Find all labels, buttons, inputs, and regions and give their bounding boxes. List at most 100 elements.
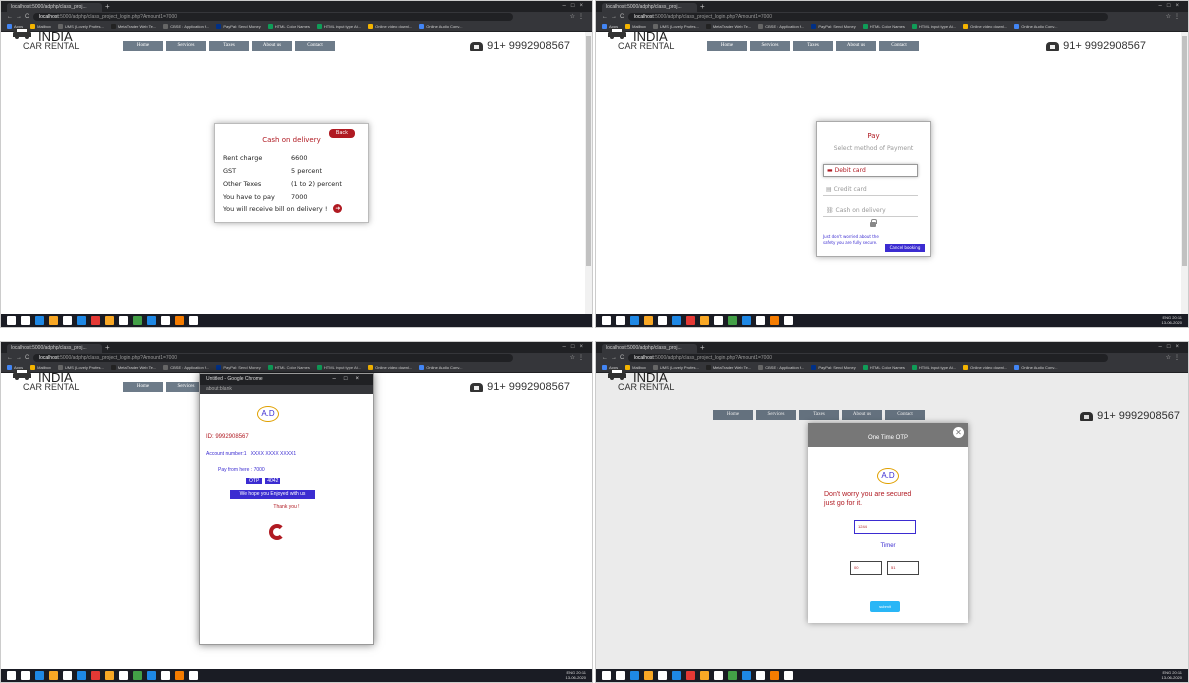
bookmark-item[interactable]: Online video downl... [368, 22, 412, 31]
star-icon[interactable]: ☆⋮ [570, 12, 587, 22]
bookmark-item[interactable]: PayPal: Send Money [216, 363, 261, 372]
popup-address-bar[interactable]: about:blank [200, 385, 373, 394]
taskbar-app-icon[interactable] [602, 316, 611, 325]
site-logo[interactable]: INDIA CAR RENTAL [11, 367, 91, 392]
bookmark-item[interactable]: MetaTrader Web Te... [705, 22, 751, 31]
taskbar-icons[interactable] [602, 316, 793, 325]
nav-about[interactable]: About us [836, 41, 876, 51]
bookmark-item[interactable]: Online Audio Conv... [1014, 363, 1057, 372]
system-tray[interactable]: ENG 20:11 13-06-2020 [1162, 670, 1182, 680]
taskbar-app-icon[interactable] [7, 316, 16, 325]
submit-button[interactable]: submit [870, 601, 900, 612]
scrollbar-thumb[interactable] [586, 36, 591, 266]
taskbar-app-icon[interactable] [714, 671, 723, 680]
address-bar[interactable]: localhost:5000/adphp/class_project_login… [33, 354, 513, 362]
bookmark-item[interactable]: Online Audio Conv... [419, 363, 462, 372]
taskbar-app-icon[interactable] [133, 316, 142, 325]
taskbar-app-icon[interactable] [756, 671, 765, 680]
browser-nav-icons[interactable]: ←→C [602, 353, 627, 363]
taskbar-icons[interactable] [7, 316, 198, 325]
star-icon[interactable]: ☆⋮ [1166, 353, 1183, 363]
bookmark-item[interactable]: HTML Color Names [862, 363, 905, 372]
browser-tab[interactable]: localhost:5000/adphp/class_proj... [602, 344, 697, 353]
taskbar-app-icon[interactable] [672, 671, 681, 680]
system-tray[interactable]: ENG 20:11 13-06-2020 [1162, 315, 1182, 325]
bookmark-item[interactable]: CBSE : Application f... [758, 363, 804, 372]
taskbar-app-icon[interactable] [700, 671, 709, 680]
nav-services[interactable]: Services [750, 41, 790, 51]
bookmark-item[interactable]: HTML input type At... [316, 363, 361, 372]
taskbar-app-icon[interactable] [630, 671, 639, 680]
taskbar-app-icon[interactable] [742, 316, 751, 325]
bookmark-item[interactable]: PayPal: Send Money [811, 22, 856, 31]
browser-tab[interactable]: localhost:5000/adphp/class_proj... [602, 3, 697, 12]
nav-about[interactable]: About us [252, 41, 292, 51]
taskbar-app-icon[interactable] [770, 671, 779, 680]
bookmark-item[interactable]: HTML input type At... [911, 363, 956, 372]
browser-tab[interactable]: localhost:5000/adphp/class_proj... [7, 344, 102, 353]
bookmark-item[interactable]: HTML input type At... [316, 22, 361, 31]
new-tab-button[interactable]: + [105, 1, 110, 12]
window-controls[interactable]: –□× [1159, 342, 1184, 353]
credit-card-option[interactable]: ▤ Credit card [823, 184, 918, 196]
taskbar-app-icon[interactable] [784, 316, 793, 325]
taskbar-app-icon[interactable] [175, 671, 184, 680]
bookmark-item[interactable]: Online video downl... [963, 363, 1007, 372]
nav-home[interactable]: Home [123, 382, 163, 392]
taskbar-app-icon[interactable] [686, 671, 695, 680]
nav-home[interactable]: Home [123, 41, 163, 51]
taskbar-app-icon[interactable] [77, 671, 86, 680]
star-icon[interactable]: ☆⋮ [570, 353, 587, 363]
nav-contact[interactable]: Contact [295, 41, 335, 51]
address-bar[interactable]: localhost:5000/adphp/class_project_login… [628, 354, 1108, 362]
taskbar-app-icon[interactable] [686, 316, 695, 325]
taskbar-app-icon[interactable] [742, 671, 751, 680]
taskbar-app-icon[interactable] [756, 316, 765, 325]
bookmark-item[interactable]: Online video downl... [368, 363, 412, 372]
new-tab-button[interactable]: + [700, 1, 705, 12]
bookmark-item[interactable]: Online video downl... [963, 22, 1007, 31]
taskbar-app-icon[interactable] [602, 671, 611, 680]
taskbar-app-icon[interactable] [161, 316, 170, 325]
taskbar-app-icon[interactable] [105, 316, 114, 325]
bookmark-item[interactable]: HTML Color Names [267, 363, 310, 372]
taskbar-app-icon[interactable] [21, 671, 30, 680]
taskbar-app-icon[interactable] [630, 316, 639, 325]
taskbar-app-icon[interactable] [189, 316, 198, 325]
browser-nav-icons[interactable]: ←→C [7, 12, 32, 22]
taskbar-app-icon[interactable] [161, 671, 170, 680]
taskbar-app-icon[interactable] [644, 671, 653, 680]
taskbar-app-icon[interactable] [672, 316, 681, 325]
taskbar-app-icon[interactable] [728, 316, 737, 325]
taskbar-app-icon[interactable] [784, 671, 793, 680]
bookmark-item[interactable]: MetaTrader Web Te... [705, 363, 751, 372]
bookmark-item[interactable]: CBSE : Application f... [163, 363, 209, 372]
system-tray[interactable]: ENG 20:11 13-06-2020 [566, 670, 586, 680]
bookmark-item[interactable]: CBSE : Application f... [758, 22, 804, 31]
arrow-right-icon[interactable]: ➜ [333, 204, 343, 213]
taskbar-app-icon[interactable] [105, 671, 114, 680]
address-bar[interactable]: localhost:5000/adphp/class_project_login… [628, 13, 1108, 21]
taskbar-app-icon[interactable] [147, 671, 156, 680]
bookmark-item[interactable]: PayPal: Send Money [811, 363, 856, 372]
bookmark-item[interactable]: HTML Color Names [862, 22, 905, 31]
site-logo[interactable]: INDIA CAR RENTAL [606, 26, 686, 51]
window-controls[interactable]: –□× [563, 342, 588, 353]
otp-input[interactable]: 1244 [854, 520, 916, 534]
taskbar-app-icon[interactable] [63, 316, 72, 325]
bookmark-item[interactable]: CBSE : Application f... [163, 22, 209, 31]
taskbar-app-icon[interactable] [119, 316, 128, 325]
scrollbar[interactable] [1181, 32, 1188, 314]
bookmark-item[interactable]: HTML Color Names [267, 22, 310, 31]
nav-taxes[interactable]: Taxes [793, 41, 833, 51]
taskbar-app-icon[interactable] [175, 316, 184, 325]
taskbar-app-icon[interactable] [714, 316, 723, 325]
taskbar-app-icon[interactable] [133, 671, 142, 680]
taskbar-icons[interactable] [602, 671, 793, 680]
bookmark-item[interactable]: Online Audio Conv... [1014, 22, 1057, 31]
taskbar-app-icon[interactable] [49, 316, 58, 325]
nav-home[interactable]: Home [707, 41, 747, 51]
taskbar-app-icon[interactable] [658, 671, 667, 680]
new-tab-button[interactable]: + [700, 342, 705, 353]
taskbar-app-icon[interactable] [7, 671, 16, 680]
